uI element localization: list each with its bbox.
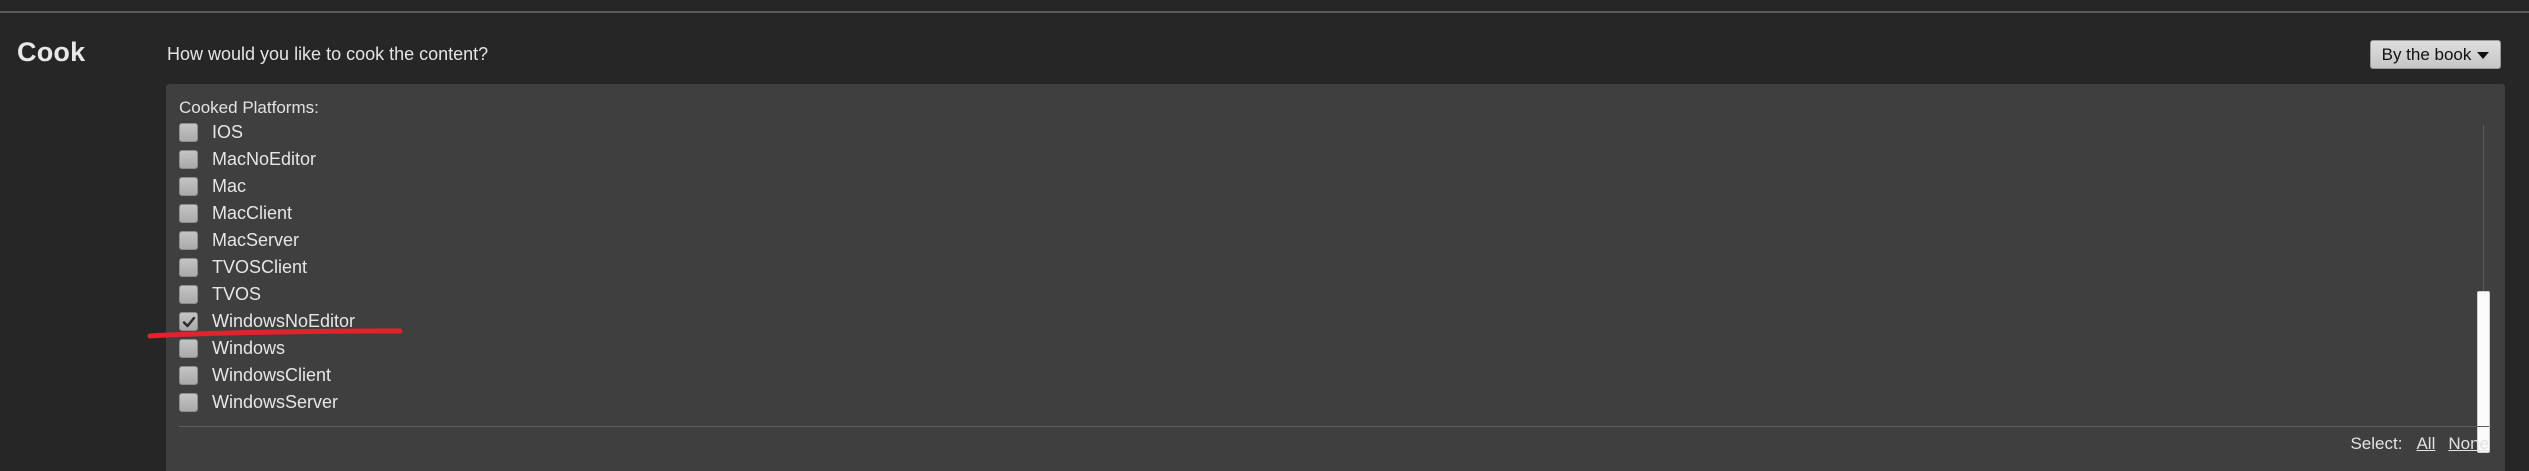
cook-settings-view: Cook How would you like to cook the cont… — [0, 0, 2529, 471]
platform-checkbox[interactable] — [179, 312, 198, 331]
platform-checkbox[interactable] — [179, 258, 198, 277]
platform-checkbox[interactable] — [179, 285, 198, 304]
platform-label: MacServer — [212, 230, 300, 250]
platform-item[interactable]: WindowsServer — [179, 389, 579, 416]
platform-checkbox[interactable] — [179, 150, 198, 169]
platform-label: WindowsClient — [212, 365, 332, 385]
platform-checkbox[interactable] — [179, 339, 198, 358]
platform-item[interactable]: TVOSClient — [179, 254, 579, 281]
platform-item[interactable]: WindowsClient — [179, 362, 579, 389]
platform-item[interactable]: Mac — [179, 173, 579, 200]
platform-checkbox[interactable] — [179, 393, 198, 412]
platform-label: WindowsNoEditor — [212, 311, 356, 331]
select-label: Select: — [2350, 434, 2403, 453]
platform-label: TVOSClient — [212, 257, 308, 277]
platform-label: Mac — [212, 176, 247, 196]
scrollbar-thumb[interactable] — [2477, 291, 2490, 453]
cook-mode-question: How would you like to cook the content? — [167, 44, 489, 64]
select-none-link[interactable]: None — [2448, 434, 2489, 454]
platform-label: Windows — [212, 338, 286, 358]
section-title: Cook — [17, 37, 86, 67]
check-icon — [182, 316, 195, 327]
platform-label: TVOS — [212, 284, 262, 304]
selection-controls: Select: All None — [2350, 434, 2489, 454]
platform-checkbox[interactable] — [179, 366, 198, 385]
cooked-platforms-panel: Cooked Platforms: IOS MacNoEditor Mac MacCl… — [166, 84, 2505, 471]
top-divider — [0, 11, 2529, 13]
cook-mode-dropdown-value: By the book — [2381, 44, 2472, 64]
cook-mode-dropdown[interactable]: By the book — [2370, 40, 2501, 69]
platform-list-scrollbar[interactable] — [2477, 125, 2490, 453]
platform-label: WindowsServer — [212, 392, 339, 412]
panel-footer-divider — [179, 426, 2489, 427]
platform-item[interactable]: MacServer — [179, 227, 579, 254]
platform-item[interactable]: WindowsNoEditor — [179, 308, 579, 335]
platform-item[interactable]: IOS — [179, 119, 579, 146]
platform-label: MacNoEditor — [212, 149, 317, 169]
platform-checkbox[interactable] — [179, 123, 198, 142]
platform-label: IOS — [212, 122, 244, 142]
platform-item[interactable]: Windows — [179, 335, 579, 362]
platform-item[interactable]: TVOS — [179, 281, 579, 308]
platform-checkbox[interactable] — [179, 231, 198, 250]
select-all-link[interactable]: All — [2416, 434, 2435, 454]
platform-item[interactable]: MacNoEditor — [179, 146, 579, 173]
platform-checkbox[interactable] — [179, 177, 198, 196]
platform-label: MacClient — [212, 203, 293, 223]
platform-checkbox[interactable] — [179, 204, 198, 223]
platform-item[interactable]: MacClient — [179, 200, 579, 227]
cooked-platforms-label: Cooked Platforms: — [179, 98, 319, 117]
caret-down-icon — [2477, 52, 2490, 59]
